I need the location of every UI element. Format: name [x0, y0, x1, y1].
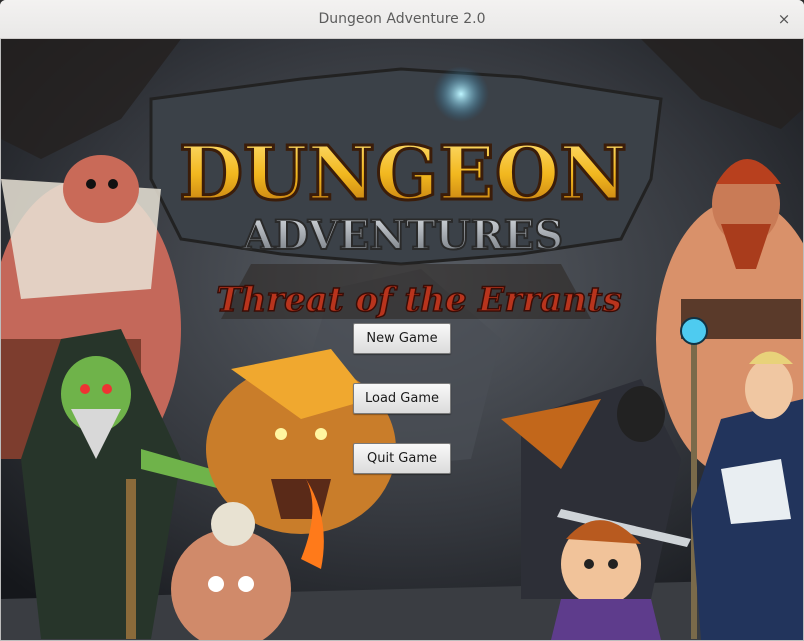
- logo-subtitle: Threat of the Errants: [216, 280, 622, 320]
- close-icon[interactable]: ×: [774, 9, 794, 29]
- new-game-button[interactable]: New Game: [353, 323, 451, 354]
- logo-line1: DUNGEON: [179, 131, 627, 217]
- game-canvas: DUNGEON ADVENTURES Threat of the Errants: [1, 39, 803, 640]
- logo-line2: ADVENTURES: [242, 212, 563, 259]
- title-bar: Dungeon Adventure 2.0 ×: [0, 0, 804, 39]
- app-window: Dungeon Adventure 2.0 × DUNGEON ADVENTUR…: [0, 0, 804, 641]
- load-game-button[interactable]: Load Game: [353, 383, 451, 414]
- logo-gem-glow: [433, 66, 489, 122]
- quit-game-button[interactable]: Quit Game: [353, 443, 451, 474]
- window-title: Dungeon Adventure 2.0: [318, 11, 486, 27]
